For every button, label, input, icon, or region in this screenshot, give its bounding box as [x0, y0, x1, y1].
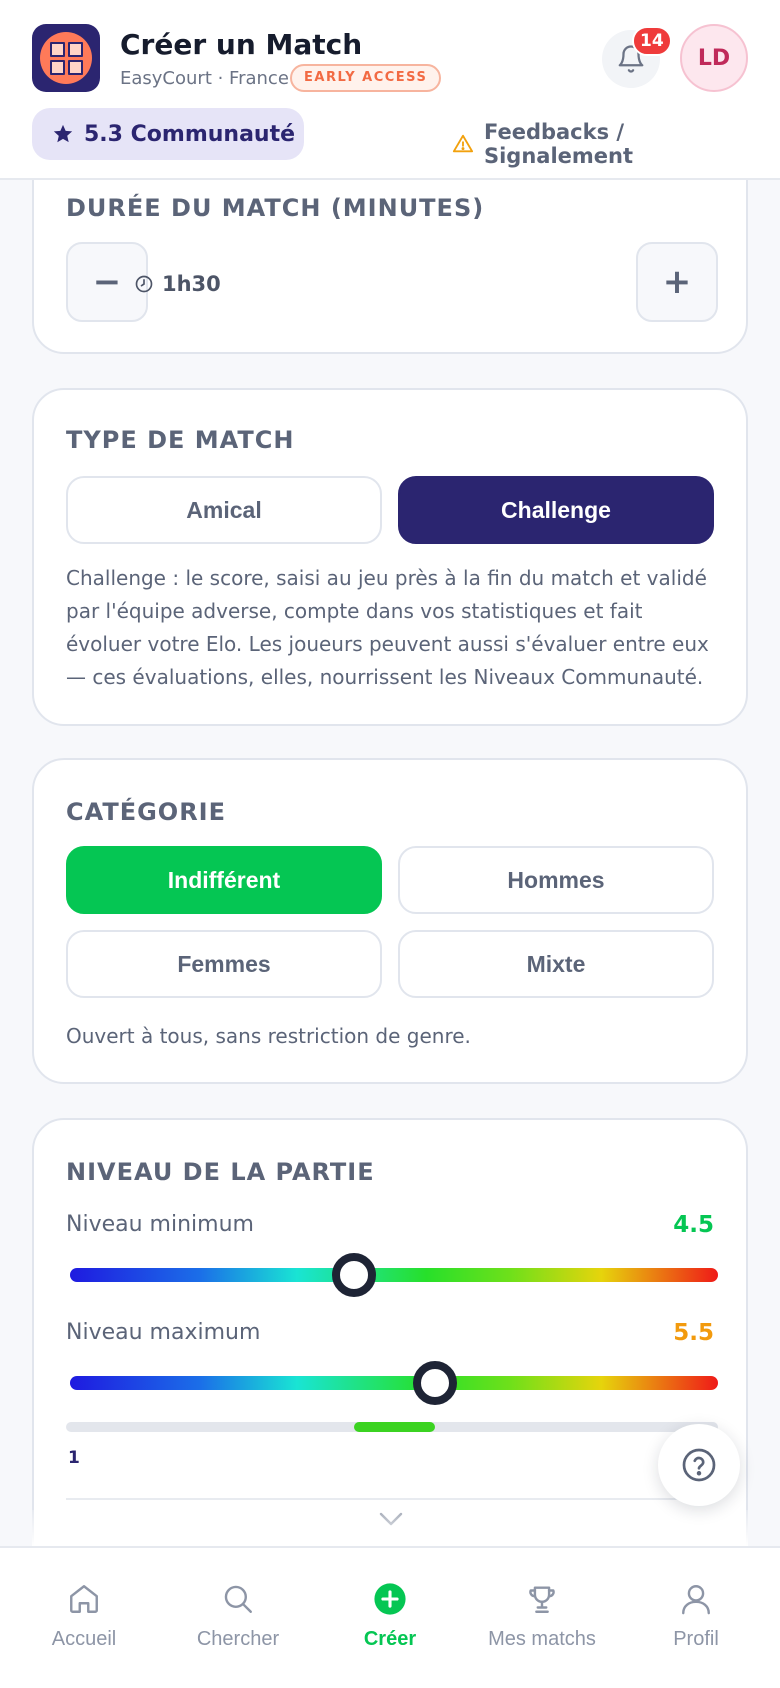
early-access-badge: EARLY ACCESS: [290, 64, 442, 92]
trophy-icon: [529, 1586, 555, 1613]
level-min-track[interactable]: [70, 1268, 718, 1282]
match-type-challenge-button[interactable]: Challenge: [398, 476, 714, 544]
category-femmes-button[interactable]: Femmes: [66, 930, 382, 998]
nav-label-mes-matchs: Mes matchs: [488, 1628, 596, 1650]
level-min-value: 4.5: [673, 1212, 714, 1238]
home-icon: [70, 1585, 98, 1613]
nav-item-mes-matchs[interactable]: Mes matchs: [464, 1548, 620, 1688]
match-type-description: Challenge : le score, saisi au jeu près …: [66, 566, 709, 689]
level-max-slider-thumb[interactable]: [412, 1361, 457, 1405]
user-icon: [682, 1585, 710, 1615]
level-range-min-label: 1: [68, 1448, 80, 1468]
category-indifferent-button[interactable]: Indifférent: [66, 846, 382, 914]
search-icon: [224, 1585, 252, 1613]
match-type-card: TYPE DE MATCH Amical Challenge Challenge…: [32, 388, 748, 726]
page-title: Créer un Match: [120, 28, 363, 61]
nav-item-profil[interactable]: Profil: [618, 1548, 774, 1688]
category-description: Ouvert à tous, sans restriction de genre…: [66, 1024, 471, 1048]
app-header: Créer un Match EasyCourt · France EARLY …: [0, 0, 780, 180]
category-title: CATÉGORIE: [66, 798, 226, 826]
category-hommes-button[interactable]: Hommes: [398, 846, 714, 914]
community-level-pill[interactable]: 5.3 Communauté: [32, 108, 304, 160]
level-max-track[interactable]: [70, 1376, 718, 1390]
category-mixte-button[interactable]: Mixte: [398, 930, 714, 998]
level-range-fill: [353, 1422, 435, 1432]
app-subtitle: EasyCourt · France: [120, 68, 289, 89]
court-grid-icon: [40, 32, 92, 84]
nav-label-profil: Profil: [673, 1628, 719, 1650]
scroll-fade: [32, 1510, 748, 1546]
warning-icon: [452, 134, 474, 153]
nav-item-accueil[interactable]: Accueil: [6, 1548, 162, 1688]
level-min-slider-thumb[interactable]: [331, 1253, 376, 1297]
duration-value: 1h30: [134, 272, 221, 296]
duration-text: 1h30: [162, 272, 221, 296]
level-card: NIVEAU DE LA PARTIE Niveau minimum 4.5 N…: [32, 1118, 748, 1578]
feedback-link[interactable]: Feedbacks / Signalement: [452, 120, 780, 168]
level-title: NIVEAU DE LA PARTIE: [66, 1158, 375, 1186]
bottom-navigation: Accueil Chercher Créer Mes matchs Profil: [0, 1546, 780, 1688]
plus-circle-icon: [374, 1583, 406, 1615]
user-avatar[interactable]: LD: [680, 24, 748, 92]
level-divider: [66, 1498, 718, 1500]
match-type-amical-button[interactable]: Amical: [66, 476, 382, 544]
nav-item-chercher[interactable]: Chercher: [160, 1548, 316, 1688]
help-button[interactable]: [658, 1424, 740, 1506]
notification-count-badge: 14: [632, 26, 672, 56]
community-level-label: 5.3 Communauté: [84, 121, 296, 147]
level-max-value: 5.5: [673, 1320, 714, 1346]
nav-label-chercher: Chercher: [196, 1628, 280, 1650]
app-logo[interactable]: [32, 24, 100, 92]
star-icon: [53, 124, 73, 143]
category-card: CATÉGORIE Indifférent Hommes Femmes Mixt…: [32, 758, 748, 1084]
duration-title: DURÉE DU MATCH (MINUTES): [66, 194, 485, 222]
feedback-label: Feedbacks / Signalement: [483, 120, 633, 168]
level-max-label: Niveau maximum: [66, 1320, 261, 1345]
clock-icon: [135, 275, 153, 293]
nav-item-creer[interactable]: Créer: [312, 1548, 468, 1688]
nav-label-accueil: Accueil: [51, 1628, 117, 1650]
question-icon: [682, 1448, 716, 1482]
match-type-title: TYPE DE MATCH: [66, 426, 295, 454]
level-min-label: Niveau minimum: [66, 1212, 254, 1237]
nav-label-creer: Créer: [363, 1628, 417, 1650]
duration-plus-button[interactable]: +: [636, 242, 718, 322]
